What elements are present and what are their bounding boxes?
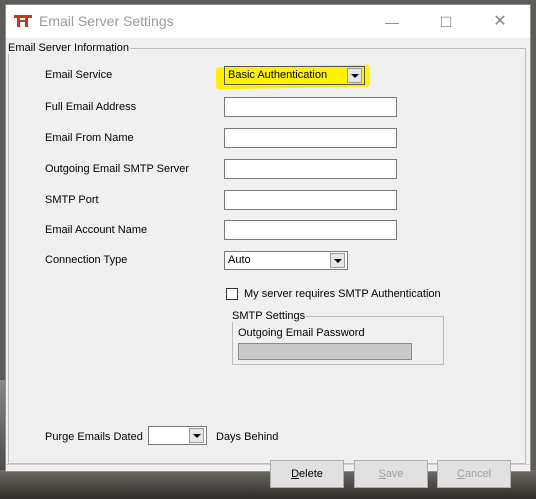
smtp-auth-label[interactable]: My server requires SMTP Authentication — [244, 288, 441, 300]
minimize-icon[interactable]: — — [370, 9, 414, 35]
chevron-down-icon[interactable] — [347, 68, 362, 83]
connection-type-value: Auto — [228, 254, 251, 266]
smtp-port-label: SMTP Port — [45, 194, 99, 206]
purge-days-select[interactable] — [148, 426, 207, 445]
save-button[interactable]: Save — [354, 460, 428, 488]
connection-type-label: Connection Type — [45, 254, 128, 266]
email-account-name-label: Email Account Name — [45, 224, 148, 236]
delete-mnemonic: D — [291, 468, 300, 480]
email-server-settings-window: Email Server Settings — ☐ ✕ Email Server… — [5, 4, 531, 488]
email-server-information-legend: Email Server Information — [8, 42, 130, 54]
email-from-name-label: Email From Name — [45, 132, 134, 144]
maximize-icon[interactable]: ☐ — [424, 9, 468, 35]
smtp-server-input[interactable] — [224, 159, 397, 179]
save-button-label: ave — [385, 468, 404, 480]
days-behind-label: Days Behind — [216, 431, 279, 443]
email-account-name-input[interactable] — [224, 220, 397, 240]
window-title: Email Server Settings — [39, 13, 174, 29]
cancel-button-label: ancel — [464, 468, 492, 480]
full-email-address-input[interactable] — [224, 97, 397, 117]
chevron-down-icon[interactable] — [189, 428, 204, 443]
smtp-auth-checkbox[interactable] — [226, 288, 238, 300]
email-from-name-input[interactable] — [224, 128, 397, 148]
purge-emails-label: Purge Emails Dated — [45, 431, 143, 443]
title-bar[interactable]: Email Server Settings — ☐ ✕ — [6, 5, 530, 38]
email-service-value: Basic Authentication — [228, 69, 328, 81]
full-email-address-label: Full Email Address — [45, 101, 137, 113]
smtp-port-input[interactable] — [224, 190, 397, 210]
chevron-down-icon[interactable] — [330, 253, 345, 268]
save-mnemonic: S — [378, 468, 386, 480]
smtp-server-label: Outgoing Email SMTP Server — [45, 163, 190, 175]
email-service-select[interactable]: Basic Authentication — [224, 66, 365, 85]
smtp-settings-legend: SMTP Settings — [232, 310, 306, 322]
outgoing-email-password-label: Outgoing Email Password — [238, 327, 365, 339]
delete-button[interactable]: Delete — [270, 460, 344, 488]
app-icon — [14, 15, 32, 27]
cancel-mnemonic: C — [456, 468, 465, 480]
email-service-label: Email Service — [45, 69, 113, 81]
cancel-button[interactable]: Cancel — [437, 460, 511, 488]
connection-type-select[interactable]: Auto — [224, 251, 348, 270]
delete-button-label: elete — [299, 468, 323, 480]
outgoing-email-password-input — [238, 343, 412, 360]
close-icon[interactable]: ✕ — [478, 9, 522, 35]
